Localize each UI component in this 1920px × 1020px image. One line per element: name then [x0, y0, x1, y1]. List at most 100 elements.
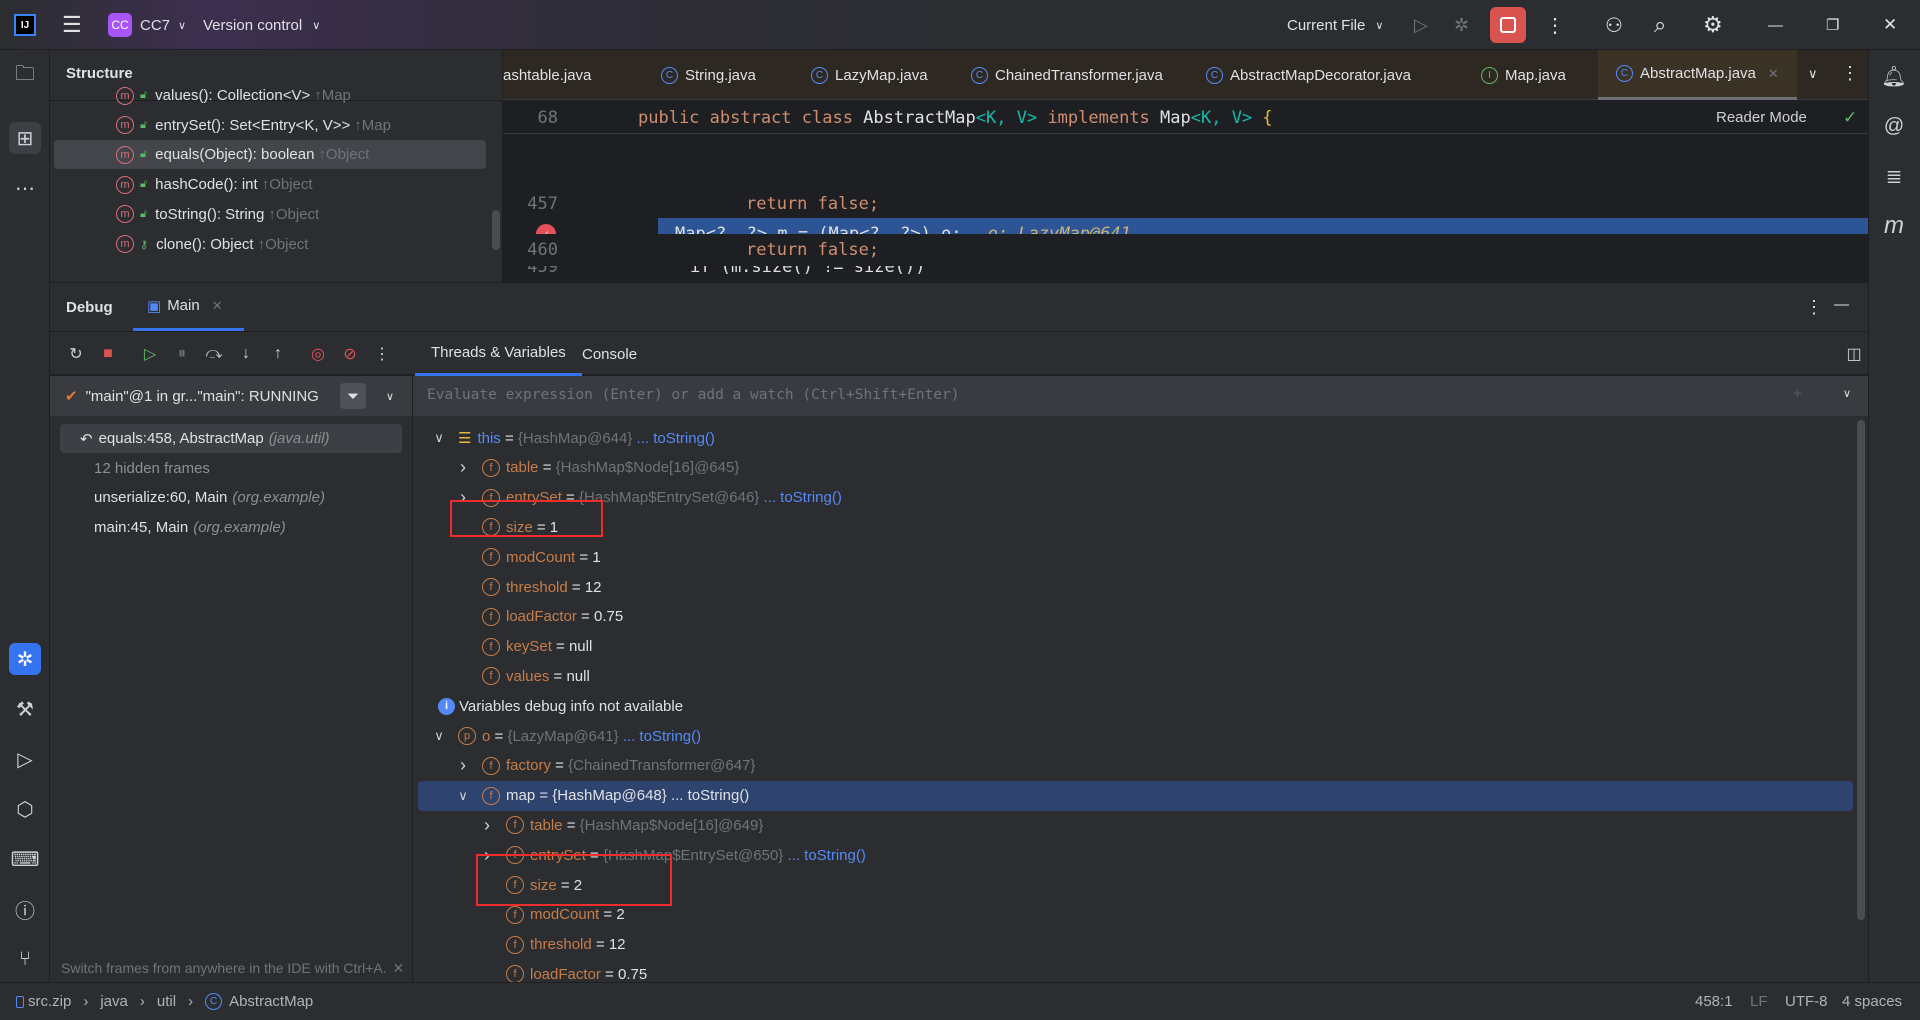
structure-item[interactable]: m 🔓︎ hashCode(): int ↑Object: [54, 170, 486, 199]
chevron-right-icon[interactable]: ›: [456, 457, 470, 478]
variable-row[interactable]: f loadFactor = 0.75: [418, 602, 1853, 632]
app-logo-icon[interactable]: IJ: [14, 14, 36, 36]
variable-row[interactable]: f threshold = 12: [418, 930, 1853, 960]
variable-row[interactable]: f size = 1: [418, 512, 1853, 542]
line-separator[interactable]: LF: [1750, 993, 1768, 1010]
breadcrumb-item[interactable]: java: [100, 993, 128, 1010]
chevron-down-icon[interactable]: ∨: [1843, 387, 1851, 400]
more-icon[interactable]: ⋮: [1841, 63, 1859, 84]
debug-tool-icon[interactable]: ✲: [9, 643, 41, 675]
build-hammer-icon[interactable]: ⚒: [9, 693, 41, 725]
project-selector[interactable]: CC CC7 ∨: [108, 0, 186, 50]
more-icon[interactable]: ⋮: [1545, 0, 1565, 50]
stack-frame[interactable]: 12 hidden frames: [60, 454, 402, 483]
stop-icon[interactable]: ■: [96, 342, 120, 366]
chevron-down-icon[interactable]: ∨: [386, 390, 394, 403]
project-folder-icon[interactable]: 🗀: [9, 60, 41, 92]
chevron-right-icon[interactable]: ›: [456, 755, 470, 776]
pause-icon[interactable]: ⏸: [170, 342, 194, 366]
run-config-selector[interactable]: Current File ∨: [1287, 0, 1383, 50]
more-tools-icon[interactable]: ⋯: [9, 172, 41, 204]
more-icon[interactable]: ⋮: [370, 342, 394, 366]
layout-icon[interactable]: ◫: [1842, 342, 1866, 366]
variable-row[interactable]: › f table = {HashMap$Node[16]@649}: [418, 810, 1853, 840]
add-watch-icon[interactable]: +: [1793, 385, 1802, 402]
editor-tab[interactable]: C AbstractMapDecorator.java: [1188, 50, 1429, 100]
variable-row[interactable]: ∨ f map = {HashMap@648} ... toString(): [418, 780, 1853, 811]
ai-assistant-icon[interactable]: @: [1878, 110, 1910, 142]
filter-icon[interactable]: ⏷: [340, 383, 366, 409]
variable-row[interactable]: › f entrySet = {HashMap$EntrySet@646} ... …: [418, 483, 1853, 513]
breadcrumb-item[interactable]: AbstractMap: [229, 993, 313, 1010]
variable-row[interactable]: i Variables debug info not available: [418, 691, 1853, 721]
scrollbar[interactable]: [492, 210, 500, 250]
structure-item[interactable]: m 🔓︎ toString(): String ↑Object: [54, 200, 486, 229]
minimize-icon[interactable]: —: [1768, 0, 1783, 50]
close-icon[interactable]: ✕: [1883, 0, 1897, 50]
debug-icon[interactable]: ✲: [1454, 0, 1469, 50]
vcs-selector[interactable]: Version control ∨: [203, 0, 320, 50]
to-string-link[interactable]: ... toString(): [619, 728, 701, 745]
editor-tab[interactable]: C ChainedTransformer.java: [953, 50, 1181, 100]
thread-selector[interactable]: ✔ "main"@1 in gr..."main": RUNNING ⏷ ∨: [50, 376, 412, 416]
variable-row[interactable]: f modCount = 2: [418, 900, 1853, 930]
chevron-down-icon[interactable]: ∨: [456, 788, 470, 804]
variable-row[interactable]: f keySet = null: [418, 632, 1853, 662]
variable-row[interactable]: f threshold = 12: [418, 572, 1853, 602]
hamburger-menu-icon[interactable]: ☰: [62, 12, 82, 38]
editor-tab[interactable]: C AbstractMap.java ✕: [1598, 50, 1797, 100]
reader-mode-button[interactable]: Reader Mode: [1716, 109, 1807, 126]
git-icon[interactable]: ⑂: [9, 943, 41, 975]
structure-item[interactable]: m 🔓︎ values(): Collection<V> ↑Map: [54, 81, 486, 110]
stack-frame[interactable]: unserialize:60, Main (org.example): [60, 483, 402, 512]
variable-row[interactable]: ∨ ☰ this = {HashMap@644} ... toString(): [418, 423, 1853, 453]
breadcrumb-item[interactable]: util: [157, 993, 176, 1010]
hide-panel-icon[interactable]: —: [1834, 296, 1849, 313]
chevron-down-icon[interactable]: ∨: [432, 430, 446, 446]
maven-icon[interactable]: m: [1878, 210, 1910, 242]
tab-list-chevron-icon[interactable]: ∨: [1808, 66, 1818, 82]
resume-icon[interactable]: ▷: [138, 342, 162, 366]
to-string-link[interactable]: ... toString(): [759, 489, 841, 506]
search-icon[interactable]: ⌕: [1654, 0, 1666, 50]
chevron-right-icon[interactable]: ›: [480, 815, 494, 836]
variable-row[interactable]: › f factory = {ChainedTransformer@647}: [418, 751, 1853, 781]
stack-frame[interactable]: ↶ equals:458, AbstractMap (java.util): [60, 424, 402, 453]
problems-icon[interactable]: ⓘ: [9, 893, 41, 925]
add-user-icon[interactable]: ⚇: [1605, 0, 1623, 50]
terminal-icon[interactable]: ⌨: [9, 843, 41, 875]
structure-item[interactable]: m 🔓︎ entrySet(): Set<Entry<K, V>> ↑Map: [54, 111, 486, 140]
editor-tab[interactable]: C LazyMap.java: [793, 50, 946, 100]
structure-item[interactable]: m 🔓︎ equals(Object): boolean ↑Object: [54, 140, 486, 170]
run-icon[interactable]: ▷: [1414, 0, 1428, 50]
tab-threads-variables[interactable]: Threads & Variables: [415, 332, 582, 376]
close-hint-icon[interactable]: ✕: [393, 960, 405, 976]
variables-scrollbar[interactable]: [1857, 420, 1865, 920]
restore-icon[interactable]: ❐: [1826, 0, 1839, 50]
database-icon[interactable]: ≣: [1878, 160, 1910, 192]
tab-main-session[interactable]: ▣ Main ✕: [133, 283, 244, 331]
step-into-icon[interactable]: ↓: [234, 342, 258, 366]
variable-row[interactable]: f values = null: [418, 661, 1853, 691]
step-out-icon[interactable]: ↑: [266, 342, 290, 366]
stop-icon[interactable]: [1490, 7, 1526, 43]
tab-console[interactable]: Console: [582, 332, 637, 376]
to-string-link[interactable]: ... toString(): [783, 847, 865, 864]
close-tab-icon[interactable]: ✕: [1768, 66, 1779, 82]
notifications-bell-icon[interactable]: 🔔︎: [1878, 60, 1910, 92]
more-icon[interactable]: ⋮: [1805, 297, 1823, 318]
evaluate-expression-input[interactable]: Evaluate expression (Enter) or add a wat…: [413, 376, 1868, 416]
chevron-down-icon[interactable]: ∨: [432, 728, 446, 744]
run-tool-icon[interactable]: ▷: [9, 743, 41, 775]
rerun-icon[interactable]: ↻: [64, 342, 88, 366]
file-encoding[interactable]: UTF-8: [1785, 993, 1828, 1010]
variable-row[interactable]: f modCount = 1: [418, 542, 1853, 572]
breadcrumb-item[interactable]: src.zip: [28, 993, 71, 1010]
stack-frame[interactable]: main:45, Main (org.example): [60, 513, 402, 542]
to-string-link[interactable]: ... toString(): [632, 430, 715, 447]
variable-row[interactable]: ∨ p o = {LazyMap@641} ... toString(): [418, 721, 1853, 751]
to-string-link[interactable]: ... toString(): [667, 787, 749, 804]
settings-icon[interactable]: ⚙: [1703, 0, 1723, 50]
services-icon[interactable]: ⬡: [9, 793, 41, 825]
close-tab-icon[interactable]: ✕: [212, 298, 223, 314]
